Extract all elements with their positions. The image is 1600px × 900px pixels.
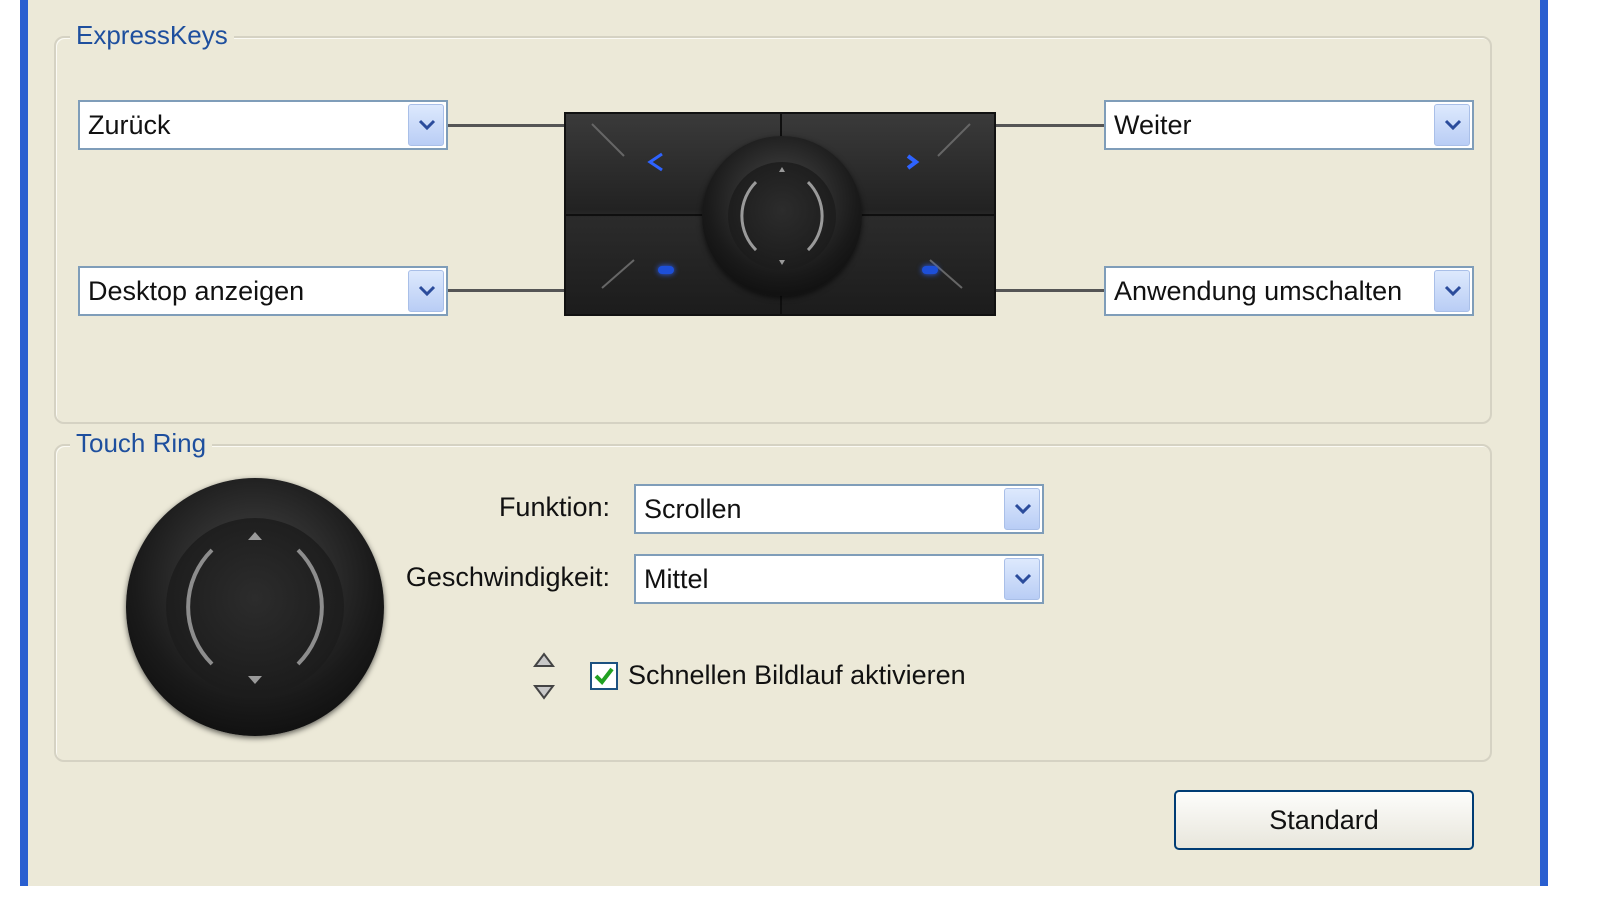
standard-button[interactable]: Standard [1174,790,1474,850]
touch-ring-illustration [126,478,384,736]
speed-label: Geschwindigkeit: [405,562,610,592]
ring-arcs-icon [186,532,324,684]
expresskey-top-left-value: Zurück [88,110,171,140]
expresskey-bottom-left-select[interactable]: Desktop anzeigen [78,266,448,316]
expresskey-top-right-select[interactable]: Weiter [1104,100,1474,150]
speed-value: Mittel [644,564,709,594]
scroll-arrows-icon [533,652,555,700]
checkmark-icon [594,667,614,686]
ring-down-arrow-icon [248,676,262,684]
led-indicator-icon [922,266,938,274]
dropdown-arrow-icon[interactable] [408,270,444,312]
speed-select[interactable]: Mittel [634,554,1044,604]
expresskey-top-left-select[interactable]: Zurück [78,100,448,150]
dropdown-arrow-icon[interactable] [1004,558,1040,600]
dialog-client-area: ExpressKeys Zurück Desktop anzeigen Weit… [28,0,1540,886]
expresskey-bottom-right-value: Anwendung umschalten [1114,276,1403,306]
tablet-expresskeys-illustration [564,112,996,316]
function-label: Funktion: [498,492,610,522]
dropdown-arrow-icon[interactable] [408,104,444,146]
expresskey-top-right-value: Weiter [1114,110,1192,140]
fast-scroll-checkbox[interactable] [590,662,618,690]
expresskeys-group-title: ExpressKeys [70,18,234,52]
expresskey-bottom-right-select[interactable]: Anwendung umschalten [1104,266,1474,316]
function-select[interactable]: Scrollen [634,484,1044,534]
touch-ring-small-illustration [702,136,862,296]
ring-arcs-icon [740,167,824,265]
expresskey-bottom-left-value: Desktop anzeigen [88,276,305,306]
window-frame: ExpressKeys Zurück Desktop anzeigen Weit… [20,0,1548,886]
function-value: Scrollen [644,494,742,524]
touch-ring-group-title: Touch Ring [70,426,213,460]
dropdown-arrow-icon[interactable] [1004,488,1040,530]
dropdown-arrow-icon[interactable] [1434,104,1470,146]
led-indicator-icon [658,266,674,274]
ring-up-arrow-icon [248,532,262,540]
dropdown-arrow-icon[interactable] [1434,270,1470,312]
fast-scroll-label[interactable]: Schnellen Bildlauf aktivieren [628,660,966,691]
